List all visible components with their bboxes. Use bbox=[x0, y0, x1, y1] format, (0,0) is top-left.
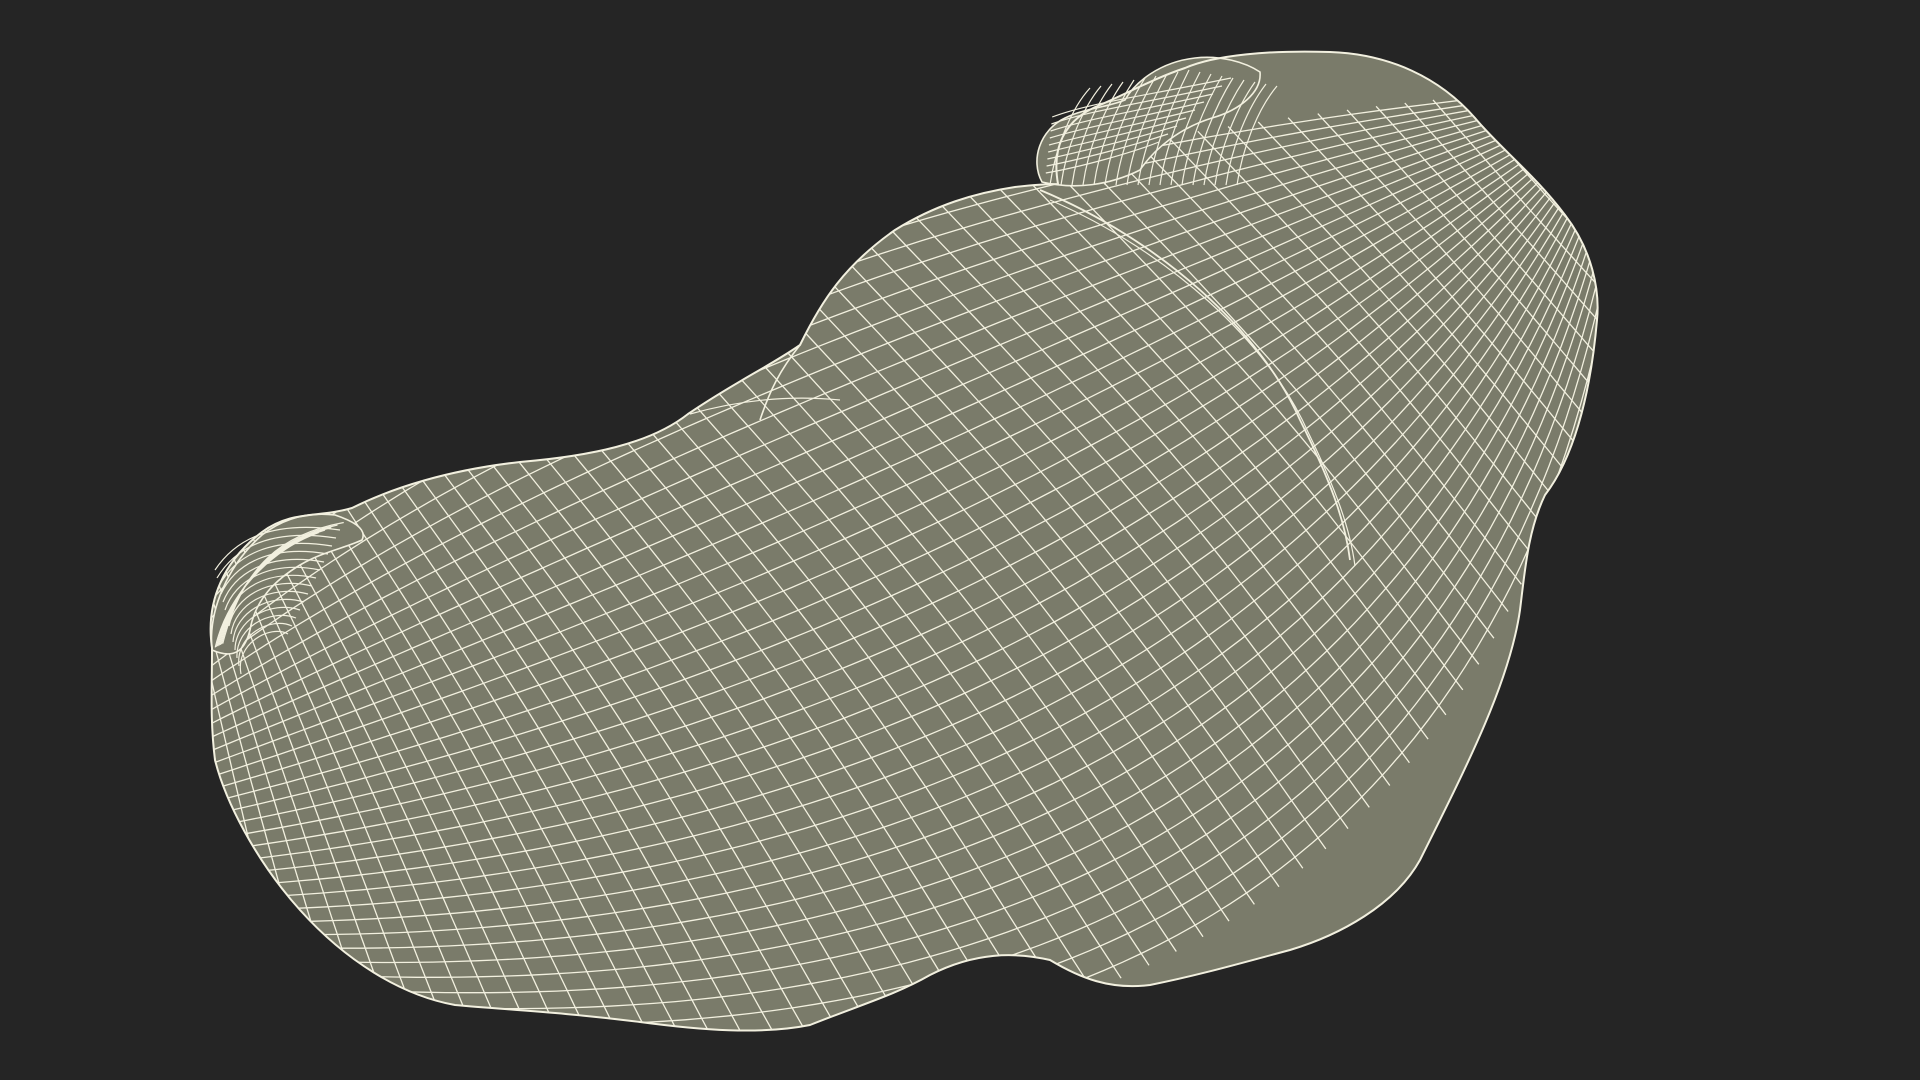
wireframe-model bbox=[209, 50, 1599, 1032]
3d-viewport[interactable] bbox=[0, 0, 1920, 1080]
